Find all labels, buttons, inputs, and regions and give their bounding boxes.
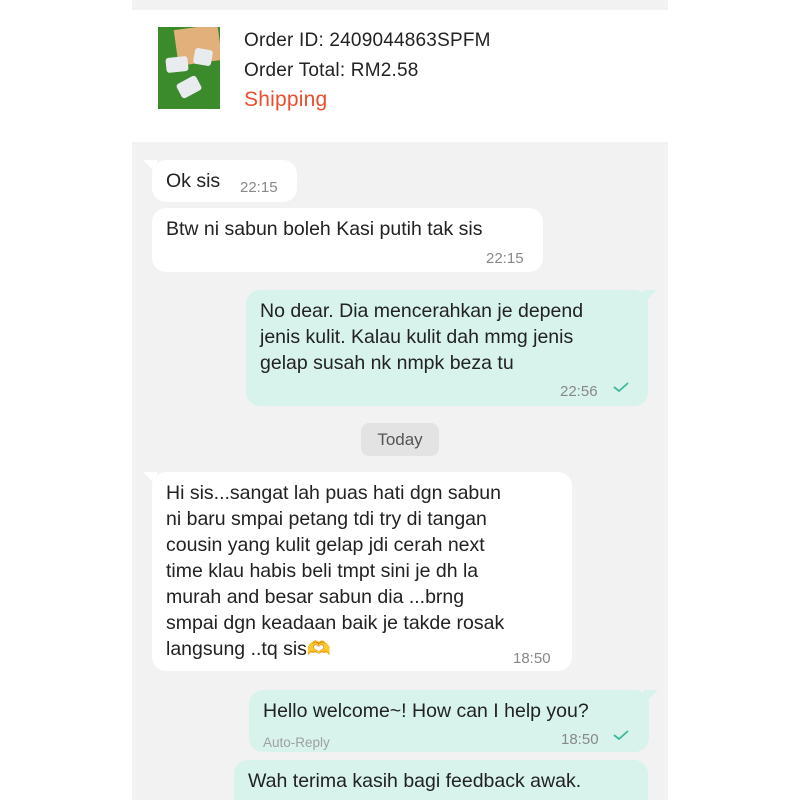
message-text: Hello welcome~! How can I help you? — [263, 700, 589, 722]
soap-bar — [192, 47, 214, 67]
message-time: 22:15 — [486, 250, 524, 267]
date-divider: Today — [361, 423, 439, 456]
incoming-message[interactable]: Ok sis 22:15 — [143, 160, 297, 202]
message-time: 22:15 — [240, 179, 278, 196]
chat-screen: Order ID: 2409044863SPFM Order Total: RM… — [132, 0, 668, 800]
message-text: Wah terima kasih bagi feedback awak. — [248, 770, 582, 792]
top-divider — [132, 0, 668, 10]
soap-bar — [165, 55, 189, 74]
read-check-icon — [613, 382, 629, 392]
order-status: Shipping — [244, 88, 328, 111]
product-thumbnail[interactable] — [158, 27, 220, 109]
outgoing-message[interactable]: Hello welcome~! How can I help you? Auto… — [249, 690, 658, 752]
message-time: 22:56 — [560, 383, 598, 400]
message-text: Btw ni sabun boleh Kasi putih tak sis — [166, 218, 483, 240]
order-card[interactable]: Order ID: 2409044863SPFM Order Total: RM… — [132, 10, 668, 142]
message-time: 18:50 — [561, 731, 599, 748]
order-total: Order Total: RM2.58 — [244, 60, 419, 81]
incoming-message[interactable]: Hi sis...sangat lah puas hati dgn sabun … — [143, 472, 572, 671]
incoming-message[interactable]: Btw ni sabun boleh Kasi putih tak sis 22… — [152, 208, 543, 272]
message-text: Ok sis — [166, 170, 221, 192]
order-id: Order ID: 2409044863SPFM — [244, 30, 491, 51]
read-check-icon — [613, 730, 629, 740]
soap-bar — [175, 74, 203, 100]
outgoing-message[interactable]: Wah terima kasih bagi feedback awak. — [234, 760, 648, 800]
message-time: 18:50 — [513, 650, 551, 667]
auto-reply-label: Auto-Reply — [263, 735, 330, 750]
outgoing-message[interactable]: No dear. Dia mencerahkan je depend jenis… — [246, 290, 657, 406]
message-text: Hi sis...sangat lah puas hati dgn sabun … — [166, 482, 505, 660]
message-text: No dear. Dia mencerahkan je depend jenis… — [260, 300, 584, 374]
